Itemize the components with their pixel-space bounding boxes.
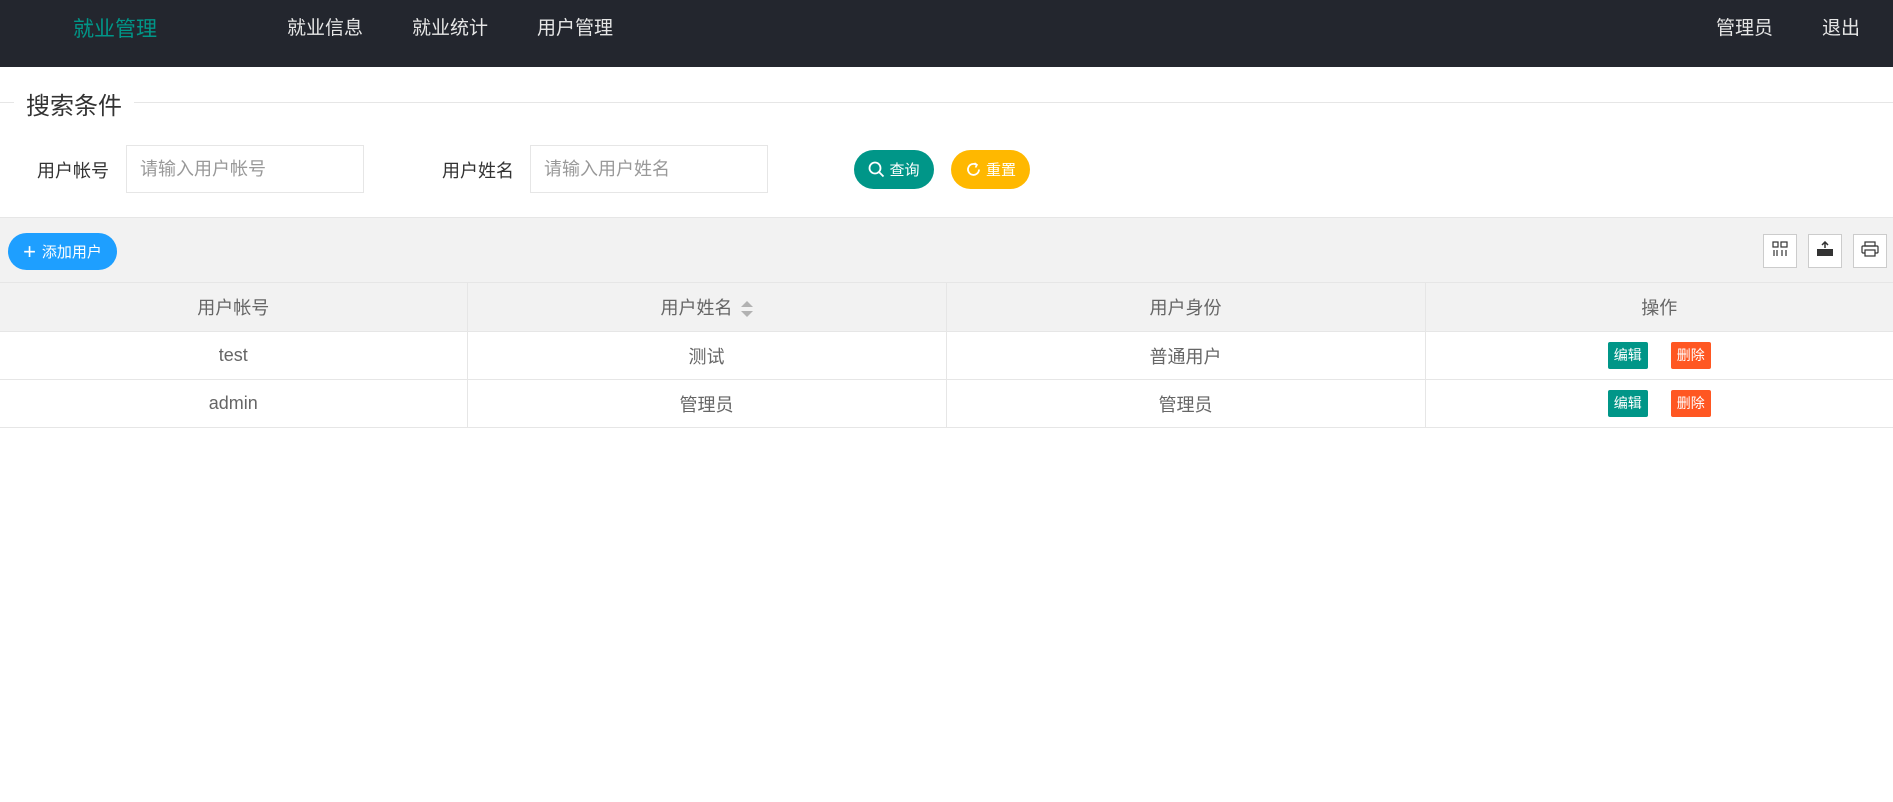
table-row: test 测试 普通用户 编辑 删除 bbox=[0, 331, 1893, 380]
cell-name: 管理员 bbox=[466, 379, 947, 428]
search-button[interactable]: 查询 bbox=[854, 150, 934, 189]
nav-item-admin-user[interactable]: 管理员 bbox=[1716, 0, 1773, 58]
print-icon bbox=[1861, 240, 1879, 262]
reset-button[interactable]: 重置 bbox=[951, 150, 1030, 189]
users-table: 用户帐号 用户姓名 用户身份 操作 test 测试 普通用户 编辑 删除 adm… bbox=[0, 282, 1893, 428]
delete-button[interactable]: 删除 bbox=[1670, 342, 1711, 369]
cell-account: test bbox=[0, 331, 468, 380]
account-search-input[interactable]: 请输入用户帐号 bbox=[126, 145, 364, 193]
reset-button-label: 重置 bbox=[985, 162, 1016, 179]
nav-item-employment-info[interactable]: 就业信息 bbox=[287, 0, 363, 58]
name-label: 用户姓名 bbox=[442, 161, 514, 181]
cell-actions: 编辑 删除 bbox=[1424, 331, 1893, 380]
column-header-name[interactable]: 用户姓名 bbox=[466, 282, 947, 332]
cell-role: 普通用户 bbox=[945, 331, 1426, 380]
column-header-name-label: 用户姓名 bbox=[660, 298, 733, 318]
nav-item-user-management[interactable]: 用户管理 bbox=[537, 0, 613, 58]
search-fieldset: 搜索条件 用户帐号 请输入用户帐号 用户姓名 请输入用户姓名 查询 重置 bbox=[0, 86, 1893, 216]
cell-name: 测试 bbox=[466, 331, 947, 380]
table-row: admin 管理员 管理员 编辑 删除 bbox=[0, 379, 1893, 428]
search-icon bbox=[868, 161, 885, 178]
export-button[interactable] bbox=[1808, 234, 1842, 268]
print-button[interactable] bbox=[1853, 234, 1887, 268]
brand-logo-text[interactable]: 就业管理 bbox=[73, 0, 157, 60]
search-legend: 搜索条件 bbox=[14, 86, 134, 121]
column-header-actions: 操作 bbox=[1424, 282, 1893, 332]
table-toolbar: + 添加用户 bbox=[0, 217, 1893, 282]
add-user-button[interactable]: + 添加用户 bbox=[8, 233, 117, 270]
columns-icon bbox=[1772, 240, 1788, 262]
account-label: 用户帐号 bbox=[37, 161, 109, 181]
cell-role: 管理员 bbox=[945, 379, 1426, 428]
edit-button[interactable]: 编辑 bbox=[1607, 390, 1648, 417]
main-nav: 就业信息 就业统计 用户管理 bbox=[287, 0, 662, 58]
refresh-icon bbox=[965, 161, 982, 178]
user-nav: 管理员 退出 bbox=[1667, 0, 1860, 58]
column-header-account: 用户帐号 bbox=[0, 282, 468, 332]
column-header-role: 用户身份 bbox=[945, 282, 1426, 332]
nav-item-employment-stats[interactable]: 就业统计 bbox=[412, 0, 488, 58]
cell-account: admin bbox=[0, 379, 468, 428]
logout-link[interactable]: 退出 bbox=[1822, 0, 1860, 58]
columns-filter-button[interactable] bbox=[1763, 234, 1797, 268]
add-user-label: 添加用户 bbox=[41, 244, 102, 261]
delete-button[interactable]: 删除 bbox=[1670, 390, 1711, 417]
table-header-row: 用户帐号 用户姓名 用户身份 操作 bbox=[0, 282, 1893, 332]
sort-icon[interactable] bbox=[740, 301, 753, 318]
search-button-label: 查询 bbox=[889, 162, 920, 179]
plus-icon: + bbox=[23, 238, 36, 264]
name-search-input[interactable]: 请输入用户姓名 bbox=[530, 145, 768, 193]
cell-actions: 编辑 删除 bbox=[1424, 379, 1893, 428]
edit-button[interactable]: 编辑 bbox=[1607, 342, 1648, 369]
export-icon bbox=[1816, 240, 1834, 262]
top-navbar: 就业管理 就业信息 就业统计 用户管理 管理员 退出 bbox=[0, 0, 1893, 67]
